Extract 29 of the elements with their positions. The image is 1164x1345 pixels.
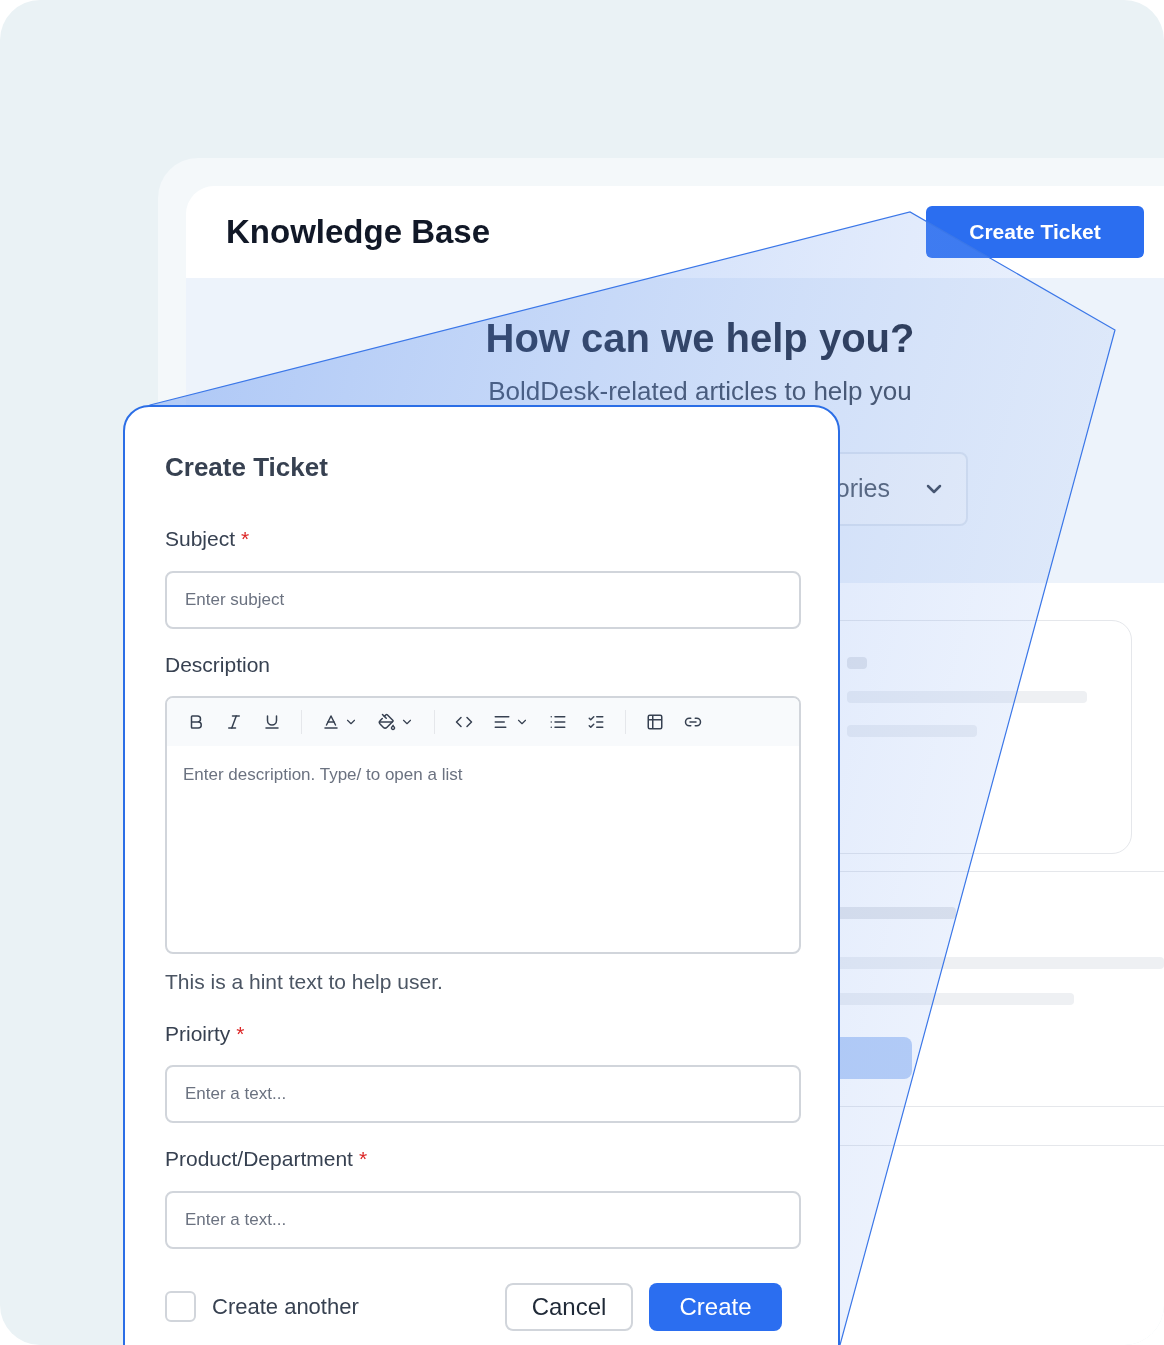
required-mark: * (236, 1020, 245, 1047)
font-color-icon[interactable] (322, 713, 340, 731)
create-another-checkbox[interactable] (165, 1291, 196, 1322)
field-label: Subject (165, 526, 236, 552)
description-editor[interactable]: Enter description. Type/ to open a list (165, 696, 801, 954)
field-label: Prioirty (165, 1020, 231, 1047)
field-label: Product/Department (165, 1146, 353, 1172)
text-field[interactable]: Enter a text... (165, 1065, 801, 1123)
hero-subtitle: BoldDesk-related articles to help you (488, 376, 912, 406)
table-icon[interactable] (646, 713, 664, 731)
required-mark: * (358, 1146, 368, 1172)
hero-title: How can we help you? (485, 315, 915, 362)
italic-icon[interactable] (225, 713, 243, 731)
bullet-list-icon[interactable] (549, 713, 567, 731)
field-label: Description (165, 651, 271, 678)
text-field[interactable]: Enter subject (165, 570, 801, 629)
required-mark: * (241, 526, 250, 552)
text-field[interactable]: Enter a text... (165, 1190, 801, 1249)
hint-text: This is a hint text to help user. (165, 969, 444, 995)
underline-icon[interactable] (263, 713, 281, 731)
paint-bucket-icon[interactable] (378, 713, 396, 731)
dialog-title: Create Ticket (165, 451, 329, 483)
checkbox-label: Create another (212, 1293, 359, 1321)
list-icon[interactable] (587, 713, 605, 731)
create-button[interactable]: Create (649, 1282, 782, 1331)
page-title: Knowledge Base (226, 212, 491, 253)
editor-placeholder: Enter description. Type/ to open a list (182, 764, 464, 786)
cancel-button[interactable]: Cancel (505, 1282, 633, 1331)
align-icon[interactable] (493, 713, 511, 731)
